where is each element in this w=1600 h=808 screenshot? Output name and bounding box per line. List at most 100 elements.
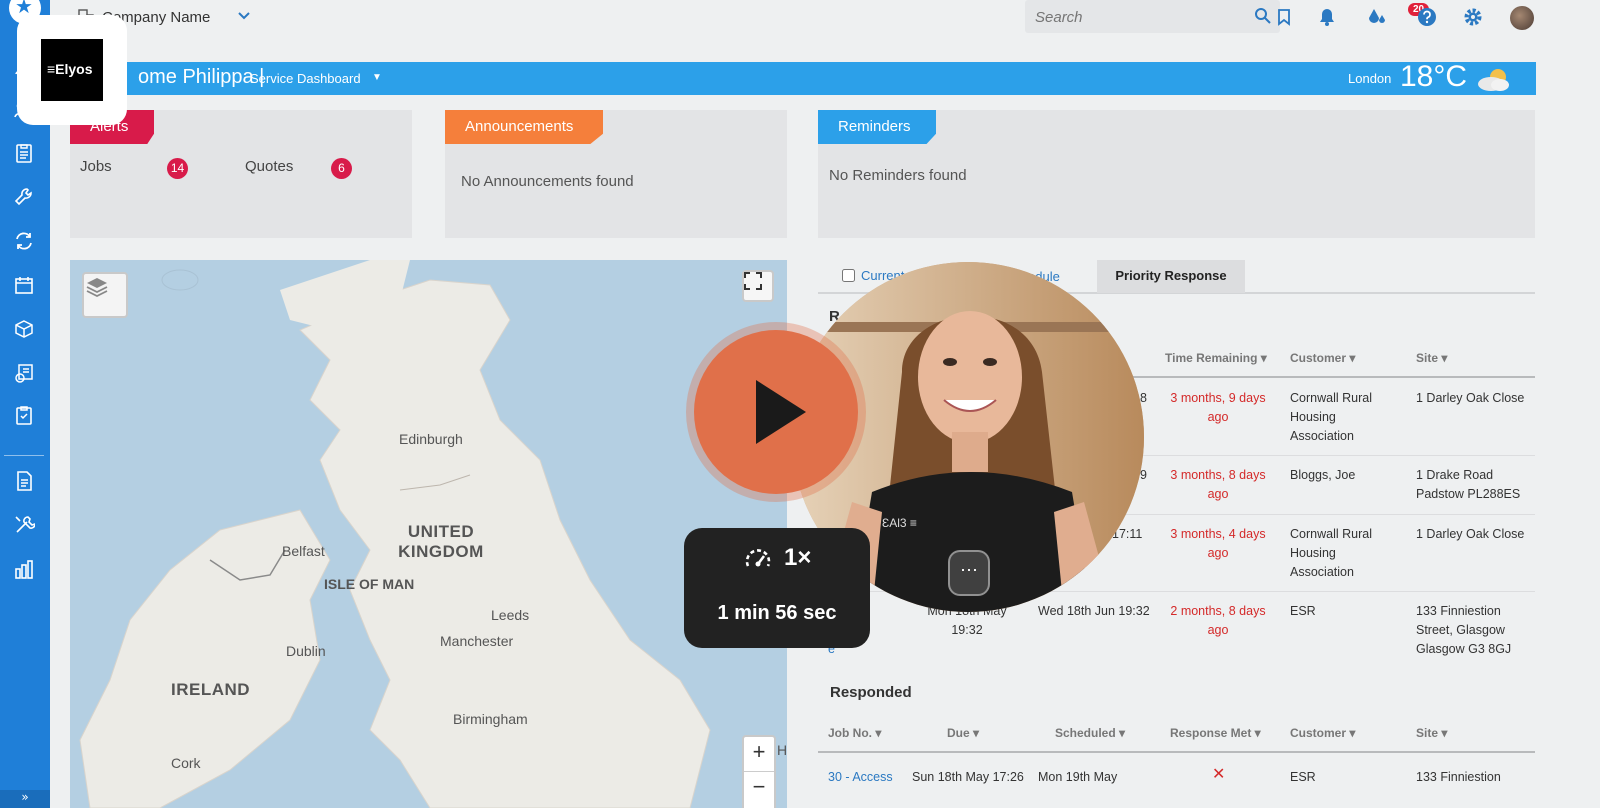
col-job-no[interactable]: Job No. ▾ [828, 726, 881, 740]
playback-info[interactable]: 1× 1 min 56 sec [684, 528, 870, 648]
zoom-in-button[interactable]: + [744, 737, 774, 767]
col-scheduled[interactable]: Scheduled ▾ [1055, 726, 1125, 740]
map-label-leeds: Leeds [491, 607, 530, 623]
wrench-icon[interactable] [11, 184, 37, 210]
map-label-edinburgh: Edinburgh [399, 431, 463, 447]
table-cell-customer: Cornwall Rural Housing Association [1290, 527, 1372, 579]
bookmark-icon[interactable] [1273, 6, 1295, 28]
settings-icon[interactable] [1462, 6, 1484, 28]
welcome-banner: ome Philippa | Service Dashboard ▼ Londo… [70, 60, 1536, 95]
map-label-cut-off: H [777, 742, 787, 758]
table-cell-site: 133 Finniestion Street, Glasgow Glasgow … [1416, 604, 1512, 656]
dashboard-selector[interactable]: Service Dashboard [250, 71, 361, 86]
reminders-empty: No Reminders found [829, 167, 967, 184]
reminders-panel: Reminders No Reminders found [818, 110, 1535, 238]
play-button[interactable] [694, 330, 858, 494]
elyos-logo-mark: ≡Elyos [41, 39, 103, 101]
notifications-icon[interactable] [1316, 6, 1338, 28]
map-label-dublin: Dublin [286, 643, 326, 659]
sidebar-divider [4, 455, 44, 456]
table-cell-remaining: 2 months, 8 days ago [1170, 604, 1266, 637]
box-icon[interactable] [11, 316, 37, 342]
table-cell-scheduled: Wed 18th Jun 19:32 [1038, 604, 1150, 618]
table-cell-customer: Bloggs, Joe [1290, 468, 1356, 482]
table-cell-remaining: 3 months, 9 days ago [1170, 391, 1266, 424]
announcements-empty: No Announcements found [461, 173, 634, 190]
announcements-panel: Announcements No Announcements found [445, 110, 787, 238]
responded-title: Responded [830, 684, 912, 701]
reminders-tab: Reminders [818, 110, 936, 144]
calendar-icon[interactable] [11, 272, 37, 298]
tools-icon[interactable] [11, 512, 37, 538]
col-customer[interactable]: Customer ▾ [1290, 726, 1355, 740]
map-fullscreen-button[interactable] [742, 270, 774, 302]
col-site[interactable]: Site ▾ [1416, 351, 1447, 365]
alert-jobs-badge[interactable]: 14 [167, 158, 188, 179]
help-icon[interactable] [1416, 6, 1438, 28]
map-label-belfast: Belfast [282, 543, 325, 559]
playback-speed[interactable]: 1× [784, 544, 811, 572]
weather-cloudy-sun-icon [1478, 69, 1509, 91]
welcome-greeting: ome Philippa | [138, 66, 265, 88]
layers-icon [86, 278, 108, 298]
table-cell-job[interactable]: 30 - Access [828, 768, 893, 787]
zoom-out-button[interactable]: − [744, 771, 774, 801]
reports-icon[interactable] [11, 556, 37, 582]
invoice-icon[interactable] [11, 360, 37, 386]
col-due[interactable]: Due ▾ [947, 726, 979, 740]
table-cell-site: 133 Finniestion [1416, 770, 1501, 784]
col-site[interactable]: Site ▾ [1416, 726, 1447, 740]
map-label-isle-of-man: ISLE OF MAN [324, 576, 415, 592]
checklist-icon[interactable] [11, 402, 37, 428]
map-zoom-control: + − [742, 735, 776, 808]
search-input[interactable] [1035, 7, 1235, 27]
table-cell-site: 1 Darley Oak Close [1416, 527, 1525, 541]
play-icon [756, 380, 806, 444]
col-time-remaining[interactable]: Time Remaining ▾ [1165, 351, 1267, 365]
drops-icon[interactable] [1366, 6, 1388, 28]
table-cell-site: 1 Darley Oak Close [1416, 391, 1525, 405]
playback-speed-icon [745, 549, 771, 567]
elyos-logo: ≡Elyos [17, 15, 127, 125]
alerts-panel: Alerts Jobs 14 Quotes 6 [70, 110, 412, 238]
col-response-met[interactable]: Response Met ▾ [1170, 726, 1261, 740]
top-bar: Company Name 20 [50, 0, 1600, 36]
app-frame: » Company Name 20 ome Philippa | Servi [0, 0, 1600, 808]
announcements-tab: Announcements [445, 110, 603, 144]
chevron-down-icon[interactable] [236, 8, 252, 24]
user-avatar[interactable] [1510, 6, 1534, 30]
table-cell-customer: ESR [1290, 604, 1316, 618]
alert-quotes-badge[interactable]: 6 [331, 158, 352, 179]
weather-temperature: 18°C [1400, 60, 1468, 93]
video-more-button[interactable]: ⋯ [948, 550, 990, 596]
map-layers-button[interactable] [82, 272, 128, 318]
col-customer[interactable]: Customer ▾ [1290, 351, 1355, 365]
dashboard-dropdown-icon[interactable]: ▼ [372, 72, 382, 83]
table-cell-scheduled: Mon 19th May [1038, 770, 1118, 784]
map-label-uk: UNITED KINGDOM [398, 522, 484, 561]
search-box [1025, 0, 1280, 33]
table-cell-customer: ESR [1290, 770, 1316, 784]
elyos-logo-text: ≡Elyos [47, 61, 93, 77]
weather-city: London [1348, 71, 1392, 86]
map-view[interactable]: Edinburgh UNITED KINGDOM Belfast ISLE OF… [70, 260, 787, 808]
table-header-divider [818, 751, 1535, 753]
table-cell-remaining: 3 months, 8 days ago [1170, 468, 1266, 501]
shirt-text: ƐAl3 ≡ [882, 516, 917, 530]
alert-quotes-label[interactable]: Quotes [245, 158, 293, 175]
table-cell-due: Sun 18th May 17:26 [912, 770, 1024, 784]
current-checkbox[interactable] [842, 269, 855, 282]
search-icon[interactable] [1254, 7, 1272, 25]
clipboard-icon[interactable] [11, 140, 37, 166]
response-not-met-icon: ✕ [1212, 766, 1226, 783]
video-duration: 1 min 56 sec [717, 602, 837, 624]
tab-priority-response[interactable]: Priority Response [1097, 260, 1245, 293]
map-label-ireland: IRELAND [171, 680, 251, 699]
sidebar-expand-icon[interactable]: » [0, 790, 50, 808]
document-icon[interactable] [11, 468, 37, 494]
map-label-birmingham: Birmingham [453, 711, 528, 727]
map-label-manchester: Manchester [440, 633, 514, 649]
recurring-icon[interactable] [11, 228, 37, 254]
table-cell-remaining: 3 months, 4 days ago [1170, 527, 1266, 560]
alert-jobs-label[interactable]: Jobs [80, 158, 112, 175]
